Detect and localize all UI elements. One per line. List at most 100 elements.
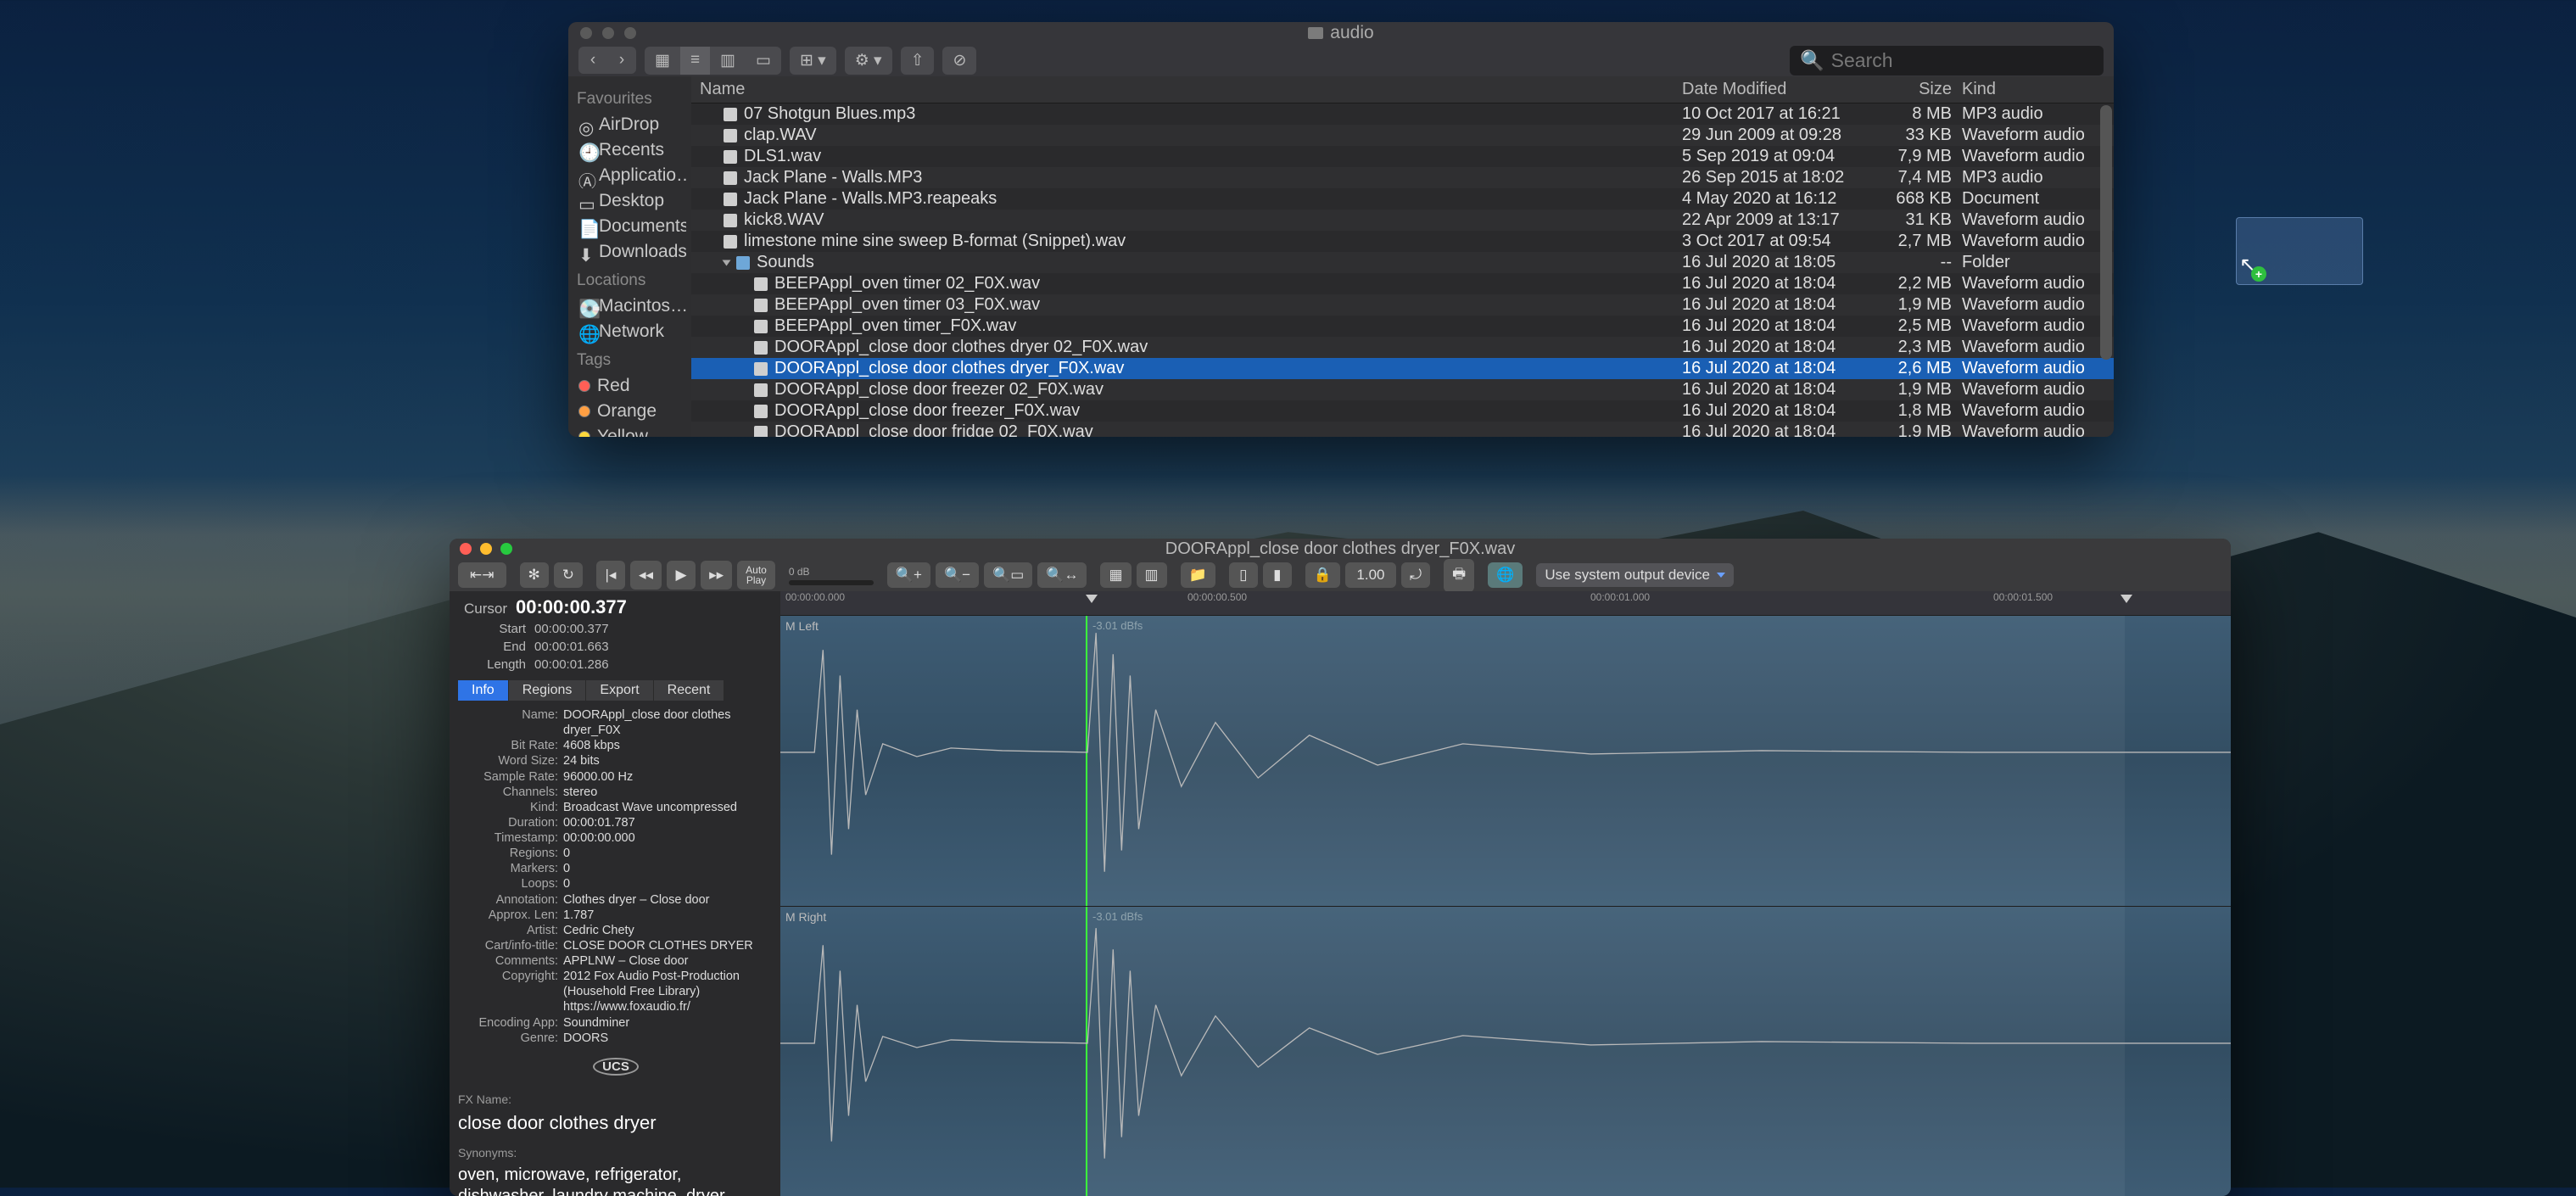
sidebar-tag-orange[interactable]: Orange: [573, 399, 686, 424]
output-device-select[interactable]: Use system output device: [1536, 563, 1734, 587]
snowflake-button[interactable]: ✻: [520, 562, 549, 588]
tab-regions[interactable]: Regions: [509, 680, 587, 701]
table-row[interactable]: kick8.WAV22 Apr 2009 at 13:1731 KBWavefo…: [691, 210, 2114, 231]
table-row[interactable]: DOORAppl_close door freezer 02_F0X.wav16…: [691, 379, 2114, 400]
table-row[interactable]: Jack Plane - Walls.MP326 Sep 2015 at 18:…: [691, 167, 2114, 188]
panel-a-button[interactable]: ▯: [1229, 562, 1258, 588]
minimize-button[interactable]: [602, 27, 614, 39]
time-ruler[interactable]: 00:00:00.000 00:00:00.500 00:00:01.000 0…: [780, 591, 2231, 615]
waveform-area[interactable]: M Left -3.01 dBfs M Right -3.01 dBfs: [780, 615, 2231, 1196]
disclosure-triangle-icon[interactable]: [723, 260, 731, 265]
channel-left[interactable]: M Left -3.01 dBfs: [780, 615, 2231, 906]
list-view-button[interactable]: ≡: [680, 47, 710, 75]
table-row[interactable]: Jack Plane - Walls.MP3.reapeaks4 May 202…: [691, 188, 2114, 210]
table-row[interactable]: Sounds16 Jul 2020 at 18:05--Folder: [691, 252, 2114, 273]
scrollbar-thumb[interactable]: [2100, 105, 2112, 360]
autoplay-button[interactable]: Auto Play: [737, 561, 775, 590]
tool-b-button[interactable]: ▥: [1137, 562, 1167, 588]
icon-view-button[interactable]: ▦: [645, 47, 680, 75]
zoom-in-button[interactable]: 🔍+: [887, 562, 930, 588]
speed-lock-button[interactable]: 🔒: [1305, 562, 1340, 588]
maximize-button[interactable]: [624, 27, 636, 39]
meta-value: 24 bits: [563, 753, 774, 768]
search-placeholder: Search: [1831, 49, 1893, 72]
gallery-view-button[interactable]: ▭: [746, 47, 781, 75]
meta-row: Copyright:2012 Fox Audio Post-Production…: [458, 969, 774, 1014]
tab-export[interactable]: Export: [586, 680, 653, 701]
table-row[interactable]: BEEPAppl_oven timer 03_F0X.wav16 Jul 202…: [691, 294, 2114, 316]
sidebar-item-airdrop[interactable]: ◎AirDrop: [573, 112, 686, 137]
file-size: 2,3 MB: [1855, 338, 1957, 357]
close-button[interactable]: [460, 543, 472, 555]
sidebar-tag-yellow[interactable]: Yellow: [573, 424, 686, 437]
table-row[interactable]: DOORAppl_close door fridge 02_F0X.wav16 …: [691, 422, 2114, 437]
file-date: 5 Sep 2019 at 09:04: [1677, 147, 1855, 166]
table-row[interactable]: BEEPAppl_oven timer_F0X.wav16 Jul 2020 a…: [691, 316, 2114, 337]
sidebar-item-downloads[interactable]: ⬇Downloads: [573, 239, 686, 265]
sidebar-item-documents[interactable]: 📄Documents: [573, 214, 686, 239]
sidebar-tag-red[interactable]: Red: [573, 373, 686, 399]
skip-start-button[interactable]: |◂: [596, 561, 625, 590]
back-button[interactable]: ‹: [578, 47, 607, 74]
col-date[interactable]: Date Modified: [1677, 76, 1855, 103]
channel-right[interactable]: M Right -3.01 dBfs: [780, 906, 2231, 1196]
table-row[interactable]: DOORAppl_close door clothes dryer 02_F0X…: [691, 337, 2114, 358]
sidebar-toggle-button[interactable]: ⇤⇥: [458, 562, 506, 588]
sidebar-item-macintosh[interactable]: 💽Macintos…: [573, 293, 686, 319]
tool-a-button[interactable]: ▦: [1100, 562, 1131, 588]
zoom-sel-button[interactable]: 🔍▭: [984, 562, 1032, 588]
meta-row: Annotation:Clothes dryer – Close door: [458, 892, 774, 908]
selection-start-marker[interactable]: [1086, 595, 1098, 603]
sidebar-item-applications[interactable]: ⒶApplicatio…: [573, 163, 686, 188]
play-button[interactable]: ▶: [667, 561, 696, 590]
file-name: Sounds: [757, 253, 814, 272]
table-row[interactable]: 07 Shotgun Blues.mp310 Oct 2017 at 16:21…: [691, 103, 2114, 125]
action-button[interactable]: ⚙ ▾: [845, 47, 892, 75]
table-row[interactable]: limestone mine sine sweep B-format (Snip…: [691, 231, 2114, 252]
table-row[interactable]: clap.WAV29 Jun 2009 at 09:2833 KBWavefor…: [691, 125, 2114, 146]
forward-button[interactable]: ›: [607, 47, 636, 74]
loop-button[interactable]: ↻: [554, 562, 583, 588]
minimize-button[interactable]: [480, 543, 492, 555]
reveal-folder-button[interactable]: 📁: [1181, 562, 1215, 588]
scrollbar-track[interactable]: [2100, 103, 2112, 437]
table-row[interactable]: DOORAppl_close door freezer_F0X.wav16 Ju…: [691, 400, 2114, 422]
table-row[interactable]: DOORAppl_close door clothes dryer_F0X.wa…: [691, 358, 2114, 379]
panel-b-button[interactable]: ▮: [1263, 562, 1292, 588]
col-name[interactable]: Name: [691, 76, 1677, 103]
print-button[interactable]: 🖶: [1444, 559, 1474, 592]
sidebar-item-desktop[interactable]: ▭Desktop: [573, 188, 686, 214]
rewind-button[interactable]: ◂◂: [630, 561, 662, 590]
tab-recent[interactable]: Recent: [654, 680, 725, 701]
file-name: Jack Plane - Walls.MP3.reapeaks: [744, 189, 997, 209]
editor-titlebar[interactable]: DOORAppl_close door clothes dryer_F0X.wa…: [450, 539, 2231, 559]
editor-toolbar: ⇤⇥ ✻ ↻ |◂ ◂◂ ▶ ▸▸ Auto Play 0 dB 🔍+ 🔍− 🔍…: [450, 559, 2231, 591]
search-field[interactable]: 🔍 Search: [1790, 46, 2104, 75]
sidebar-item-network[interactable]: 🌐Network: [573, 319, 686, 344]
table-row[interactable]: DLS1.wav5 Sep 2019 at 09:047,9 MBWavefor…: [691, 146, 2114, 167]
share-button[interactable]: ⇧: [901, 47, 935, 75]
finder-titlebar[interactable]: audio: [568, 22, 2114, 44]
globe-button[interactable]: 🌐: [1488, 562, 1523, 588]
close-button[interactable]: [580, 27, 592, 39]
col-size[interactable]: Size: [1855, 76, 1957, 103]
clock-icon: 🕘: [578, 143, 592, 157]
tab-info[interactable]: Info: [458, 680, 509, 701]
tags-button[interactable]: ⊘: [942, 47, 976, 75]
column-view-button[interactable]: ▥: [710, 47, 746, 75]
file-name: kick8.WAV: [744, 210, 824, 230]
fast-forward-button[interactable]: ▸▸: [701, 561, 732, 590]
sidebar-item-recents[interactable]: 🕘Recents: [573, 137, 686, 163]
zoom-fit-button[interactable]: 🔍↔: [1037, 562, 1087, 588]
maximize-button[interactable]: [500, 543, 512, 555]
speed-field[interactable]: 1.00: [1345, 562, 1396, 588]
file-icon: [724, 171, 737, 185]
table-row[interactable]: BEEPAppl_oven timer 02_F0X.wav16 Jul 202…: [691, 273, 2114, 294]
selection-end-marker[interactable]: [2121, 595, 2132, 603]
arrange-button[interactable]: ⊞ ▾: [790, 47, 836, 75]
file-kind: Waveform audio: [1957, 232, 2114, 251]
meta-key: Kind:: [458, 800, 558, 815]
col-kind[interactable]: Kind: [1957, 76, 2114, 103]
speed-reset-button[interactable]: ⤾: [1401, 562, 1430, 588]
zoom-out-button[interactable]: 🔍−: [936, 562, 979, 588]
